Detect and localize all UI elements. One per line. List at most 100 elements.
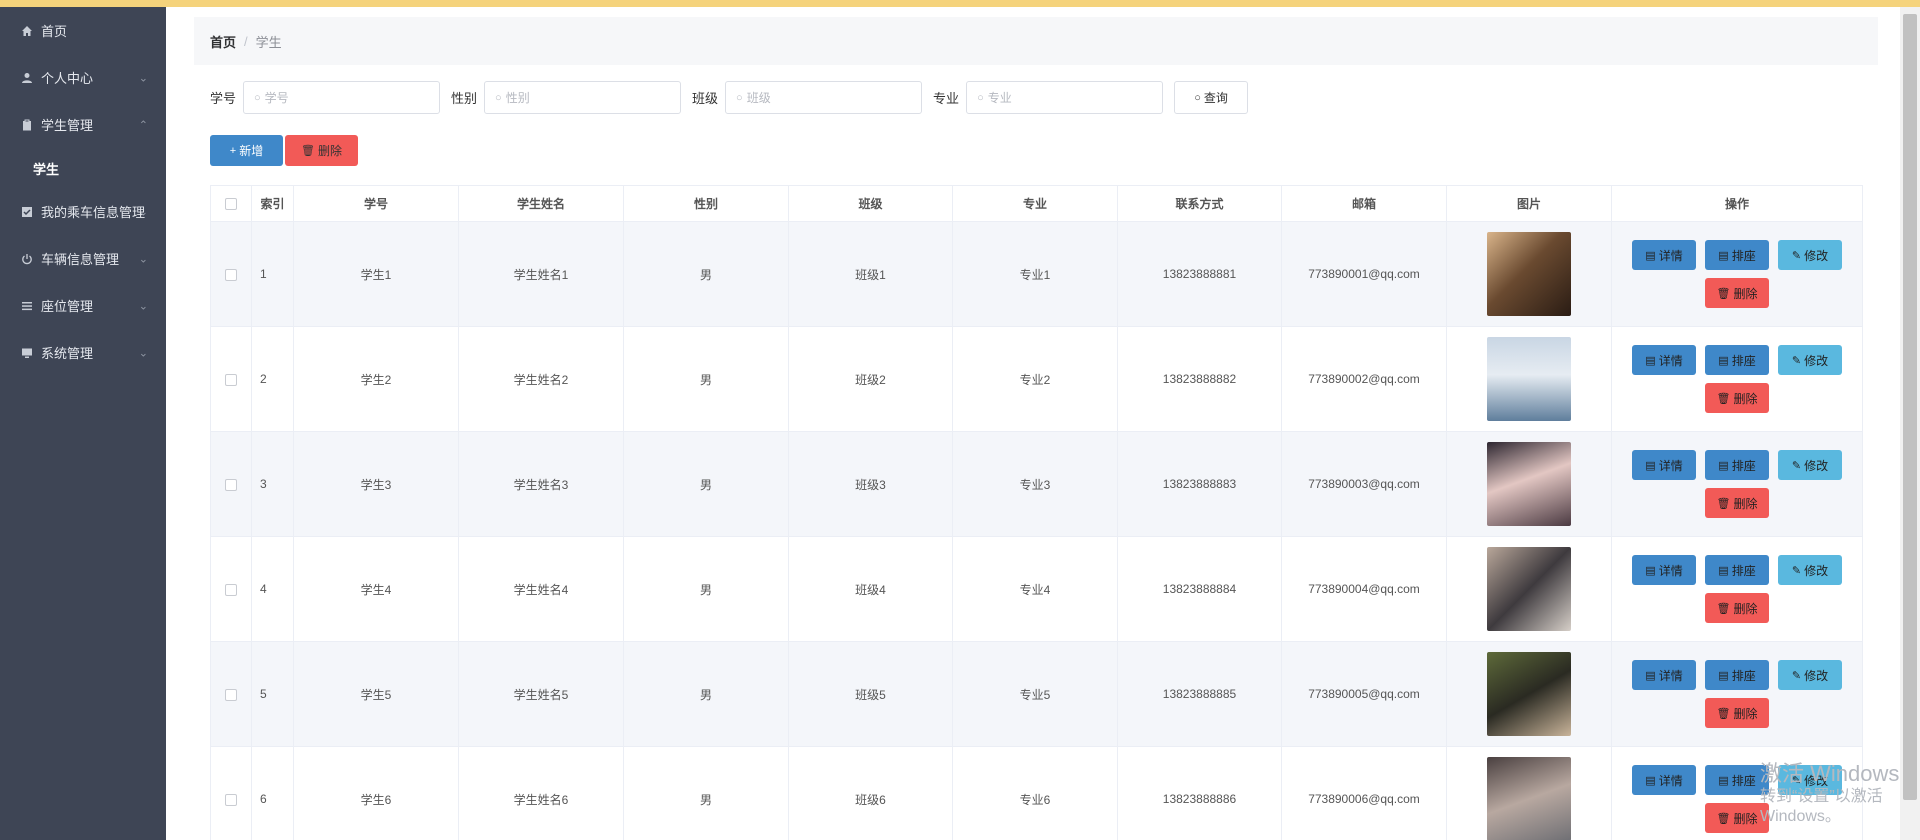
major-input[interactable] [987,90,1148,105]
cell-gender: 男 [623,746,789,840]
cell-class: 班级5 [788,641,953,747]
class-label: 班级 [692,91,719,106]
breadcrumb-home[interactable]: 首页 [210,32,236,51]
edit-icon: ✎ [1791,564,1802,577]
delete-button[interactable]: 🗑 删除 [1705,383,1769,413]
windows-activation-watermark: 激活 Windows 转到“设置”以激活 Windows。 [1760,761,1900,827]
search-bar: 学号 ○ 性别 ○ 班级 ○ 专业 ○ ○ 查询 [210,81,1249,114]
arrange-seat-button-label: 排座 [1731,668,1756,683]
sidebar-item-vehicle-info[interactable]: 车辆信息管理 ⌄ [0,235,166,282]
edit-button[interactable]: ✎ 修改 [1778,660,1842,690]
trash-icon: 🗑 [1716,707,1731,720]
table-row[interactable]: 5 学生5 学生姓名5 男班级5 专业5 13823888885 773890005@qq.… [210,641,1863,747]
cell-photo [1446,641,1612,747]
cell-index: 4 [251,536,294,642]
sidebar-subitem-student[interactable]: 学生 [0,148,166,188]
detail-button[interactable]: ▤ 详情 [1632,660,1696,690]
delete-button-label: 删除 [1733,601,1758,616]
cell-index: 2 [251,326,294,432]
table-row[interactable]: 6 学生6 学生姓名6 男班级6 专业6 13823888886 773890006@qq.… [210,746,1863,840]
table-row[interactable]: 4 学生4 学生姓名4 男班级4 专业4 13823888884 773890004@qq.… [210,536,1863,642]
header-actions: 操作 [1611,185,1863,222]
student-photo[interactable] [1487,652,1571,736]
search-icon: ○ [495,91,502,104]
detail-button[interactable]: ▤ 详情 [1632,240,1696,270]
select-all-checkbox[interactable] [225,198,237,211]
arrange-seat-button[interactable]: ▤ 排座 [1705,450,1769,480]
delete-button[interactable]: 🗑 删除 [1705,278,1769,308]
row-checkbox[interactable] [225,268,237,281]
search-icon: ○ [736,91,743,104]
edit-button[interactable]: ✎ 修改 [1778,240,1842,270]
delete-button[interactable]: 🗑 删除 [1705,593,1769,623]
detail-button[interactable]: ▤ 详情 [1632,765,1696,795]
cell-photo [1446,536,1612,642]
gender-input[interactable] [505,90,666,105]
add-button-label: 新增 [239,144,264,158]
cell-student-name: 学生姓名3 [458,431,624,537]
row-checkbox[interactable] [225,583,237,596]
scrollbar-thumb[interactable] [1903,14,1917,800]
student-photo[interactable] [1487,547,1571,631]
trash-icon: 🗑 [301,145,315,157]
arrange-seat-button[interactable]: ▤ 排座 [1705,555,1769,585]
detail-button[interactable]: ▤ 详情 [1632,450,1696,480]
query-button[interactable]: ○ 查询 [1174,81,1249,114]
student-photo[interactable] [1487,442,1571,526]
sidebar-item-label: 系统管理 [41,346,94,361]
cell-student-id: 学生1 [293,221,459,327]
sidebar-item-personal-center[interactable]: 个人中心 ⌄ [0,54,166,101]
delete-button[interactable]: 🗑 删除 [1705,698,1769,728]
table-row[interactable]: 2 学生2 学生姓名2 男班级2 专业2 13823888882 773890002@qq.… [210,326,1863,432]
delete-button[interactable]: 🗑 删除 [1705,488,1769,518]
row-checkbox[interactable] [225,793,237,806]
sidebar-item-my-ride-info[interactable]: 我的乘车信息管理 ⌄ [0,188,166,235]
sidebar-item-label: 个人中心 [41,71,94,86]
student-photo[interactable] [1487,337,1571,421]
table-row[interactable]: 1 学生1 学生姓名1 男班级1 专业1 13823888881 773890001@qq.… [210,221,1863,327]
edit-button[interactable]: ✎ 修改 [1778,555,1842,585]
header-email: 邮箱 [1281,185,1447,222]
table-row[interactable]: 3 学生3 学生姓名3 男班级3 专业3 13823888883 773890003@qq.… [210,431,1863,537]
row-checkbox[interactable] [225,373,237,386]
sidebar-item-seat-management[interactable]: 座位管理 ⌄ [0,282,166,329]
arrange-seat-button[interactable]: ▤ 排座 [1705,660,1769,690]
cell-photo [1446,431,1612,537]
trash-icon: 🗑 [1716,812,1731,825]
document-icon: ▤ [1645,459,1656,472]
sidebar: 首页 个人中心 ⌄ 学生管理 ⌃ 学生 我的乘车信息管理 ⌄ 车辆信息管理 ⌄ … [0,7,166,840]
sidebar-item-label: 学生管理 [41,118,94,133]
search-icon: ○ [254,91,261,104]
cell-actions: ▤ 详情 ▤ 排座 ✎ 修改 🗑 删除 [1611,221,1863,327]
cell-student-id: 学生5 [293,641,459,747]
add-button[interactable]: + 新增 [210,135,283,166]
batch-delete-button[interactable]: 🗑 删除 [285,135,358,166]
arrange-seat-button[interactable]: ▤ 排座 [1705,240,1769,270]
chevron-down-icon: ⌄ [138,347,148,359]
edit-button-label: 修改 [1804,668,1829,683]
sidebar-item-home[interactable]: 首页 [0,7,166,54]
row-checkbox[interactable] [225,478,237,491]
student-photo[interactable] [1487,757,1571,840]
cell-index: 5 [251,641,294,747]
cell-phone: 13823888886 [1117,746,1282,840]
row-select-cell [210,641,252,747]
detail-button[interactable]: ▤ 详情 [1632,555,1696,585]
detail-button-label: 详情 [1658,563,1683,578]
major-label: 专业 [933,91,960,106]
cell-photo [1446,221,1612,327]
sidebar-item-system-management[interactable]: 系统管理 ⌄ [0,329,166,376]
sidebar-item-student-management[interactable]: 学生管理 ⌃ [0,101,166,148]
header-student-id: 学号 [293,185,459,222]
row-checkbox[interactable] [225,688,237,701]
cell-index: 3 [251,431,294,537]
trash-icon: 🗑 [1716,602,1731,615]
edit-button[interactable]: ✎ 修改 [1778,450,1842,480]
arrange-seat-button[interactable]: ▤ 排座 [1705,345,1769,375]
edit-button[interactable]: ✎ 修改 [1778,345,1842,375]
detail-button[interactable]: ▤ 详情 [1632,345,1696,375]
edit-button-label: 修改 [1804,563,1829,578]
class-input[interactable] [746,90,907,105]
student-id-input[interactable] [264,90,425,105]
student-photo[interactable] [1487,232,1571,316]
